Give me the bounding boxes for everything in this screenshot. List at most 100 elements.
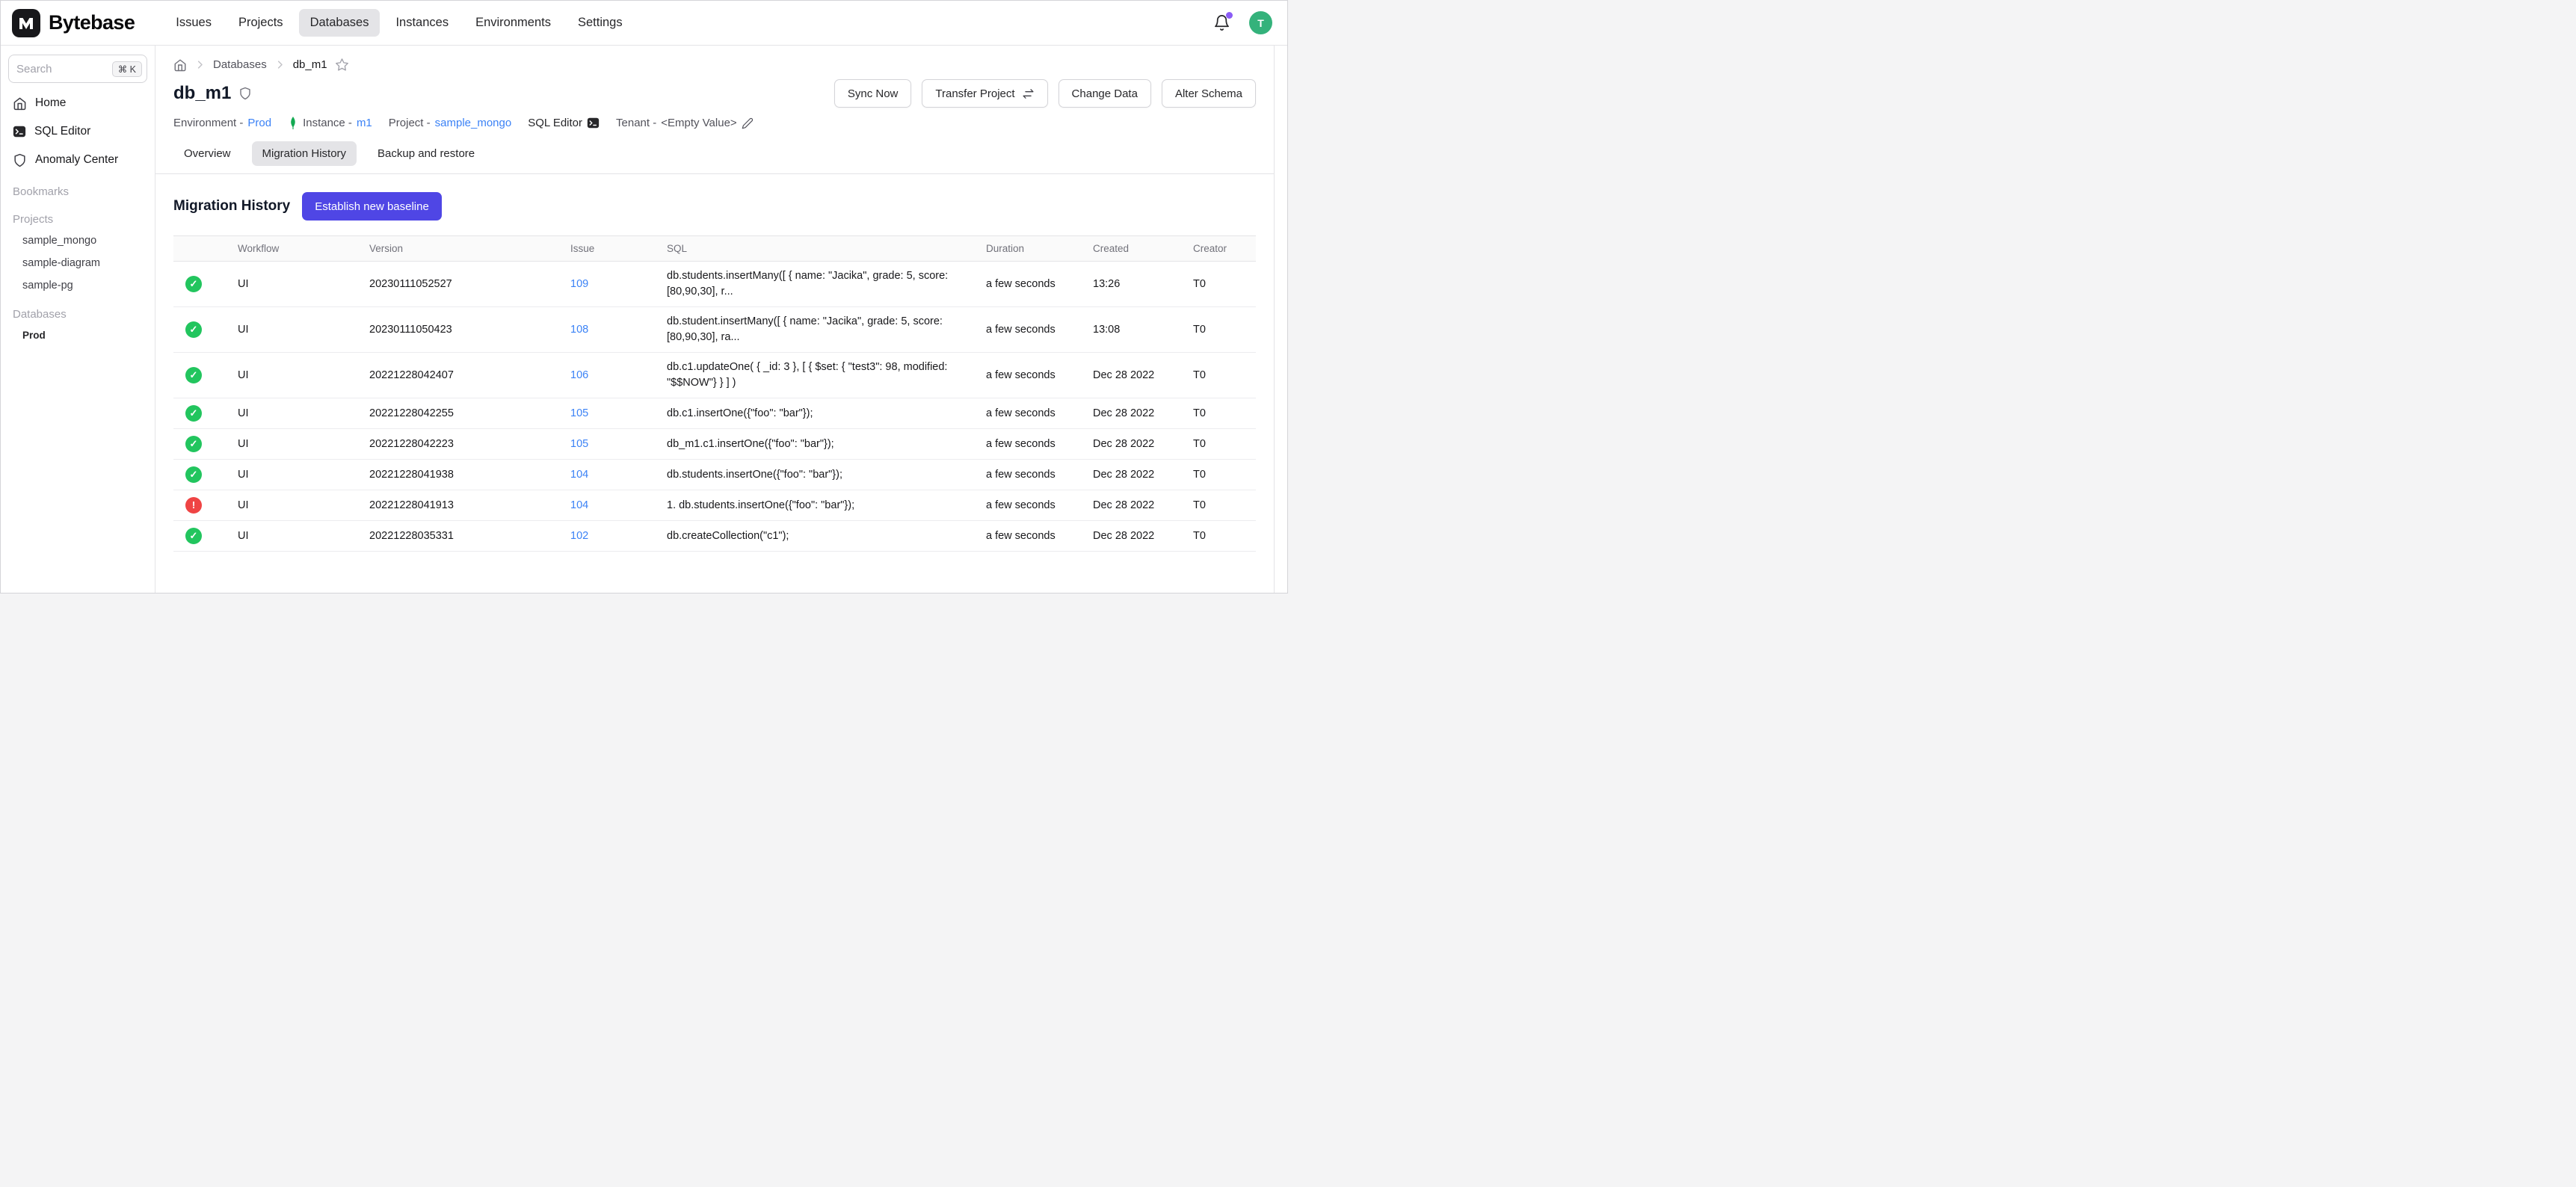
- cell-workflow: UI: [226, 307, 357, 353]
- sync-now-button[interactable]: Sync Now: [834, 79, 912, 108]
- project-link[interactable]: sample_mongo: [435, 117, 512, 129]
- cell-status: ✓: [173, 460, 226, 490]
- issue-link[interactable]: 106: [570, 369, 588, 381]
- cell-created: 13:08: [1081, 307, 1181, 353]
- migration-row[interactable]: ✓UI20221228042407106db.c1.updateOne( { _…: [173, 353, 1256, 398]
- search-box[interactable]: ⌘ K: [8, 55, 147, 83]
- avatar[interactable]: T: [1249, 11, 1272, 34]
- sidebar-item-sql-editor[interactable]: SQL Editor: [7, 117, 149, 146]
- status-success-icon: ✓: [185, 528, 202, 544]
- cell-creator: T0: [1181, 398, 1256, 429]
- cell-sql: 1. db.students.insertOne({"foo": "bar"})…: [655, 490, 974, 521]
- cell-status: ✓: [173, 429, 226, 460]
- nav-item-databases[interactable]: Databases: [299, 9, 380, 37]
- status-success-icon: ✓: [185, 367, 202, 383]
- breadcrumb-current: db_m1: [293, 58, 327, 71]
- migration-row[interactable]: !UI202212280419131041. db.students.inser…: [173, 490, 1256, 521]
- pencil-icon[interactable]: [742, 117, 754, 129]
- environment-link[interactable]: Prod: [247, 117, 271, 129]
- cell-created: Dec 28 2022: [1081, 429, 1181, 460]
- cell-version: 20221228042407: [357, 353, 558, 398]
- header-actions: Sync Now Transfer Project Change Data Al…: [834, 79, 1256, 108]
- cell-status: ✓: [173, 307, 226, 353]
- issue-link[interactable]: 109: [570, 278, 588, 290]
- cell-workflow: UI: [226, 398, 357, 429]
- brand[interactable]: Bytebase: [11, 8, 135, 38]
- cell-status: ✓: [173, 398, 226, 429]
- status-success-icon: ✓: [185, 276, 202, 292]
- cell-duration: a few seconds: [974, 521, 1081, 552]
- nav-item-issues[interactable]: Issues: [164, 9, 223, 37]
- instance-link[interactable]: m1: [357, 117, 372, 129]
- issue-link[interactable]: 104: [570, 499, 588, 511]
- breadcrumb-databases[interactable]: Databases: [213, 58, 267, 71]
- column-header-creator: Creator: [1181, 236, 1256, 262]
- cell-issue: 108: [558, 307, 655, 353]
- tab-overview[interactable]: Overview: [173, 141, 241, 166]
- cell-version: 20221228035331: [357, 521, 558, 552]
- notifications-button[interactable]: [1212, 13, 1231, 33]
- shield-icon: [13, 153, 27, 167]
- issue-link[interactable]: 102: [570, 530, 588, 542]
- migration-row[interactable]: ✓UI20230111052527109db.students.insertMa…: [173, 262, 1256, 307]
- transfer-project-button[interactable]: Transfer Project: [922, 79, 1047, 108]
- migration-row[interactable]: ✓UI20221228042255105db.c1.insertOne({"fo…: [173, 398, 1256, 429]
- cell-workflow: UI: [226, 262, 357, 307]
- establish-baseline-button[interactable]: Establish new baseline: [302, 192, 442, 221]
- cell-issue: 102: [558, 521, 655, 552]
- main-nav: IssuesProjectsDatabasesInstancesEnvironm…: [164, 9, 633, 37]
- sidebar-item-label: Anomaly Center: [35, 153, 118, 167]
- scrollbar[interactable]: [1274, 46, 1287, 593]
- cell-status: ✓: [173, 521, 226, 552]
- tab-backup-and-restore[interactable]: Backup and restore: [367, 141, 485, 166]
- instance-meta: Instance - m1: [288, 117, 372, 129]
- cell-duration: a few seconds: [974, 398, 1081, 429]
- migration-row[interactable]: ✓UI20230111050423108db.student.insertMan…: [173, 307, 1256, 353]
- migration-table: WorkflowVersionIssueSQLDurationCreatedCr…: [173, 235, 1256, 552]
- sidebar-item-home[interactable]: Home: [7, 89, 149, 117]
- column-header-issue: Issue: [558, 236, 655, 262]
- issue-link[interactable]: 104: [570, 469, 588, 481]
- environment-label: Environment -: [173, 117, 243, 129]
- cell-version: 20230111052527: [357, 262, 558, 307]
- migration-row[interactable]: ✓UI20221228035331102db.createCollection(…: [173, 521, 1256, 552]
- issue-link[interactable]: 105: [570, 407, 588, 419]
- notification-dot: [1226, 12, 1233, 19]
- cell-created: Dec 28 2022: [1081, 490, 1181, 521]
- project-meta: Project - sample_mongo: [389, 117, 511, 129]
- nav-item-instances[interactable]: Instances: [384, 9, 460, 37]
- cell-creator: T0: [1181, 521, 1256, 552]
- sidebar-project-sample-pg[interactable]: sample-pg: [7, 274, 149, 297]
- terminal-icon: [587, 117, 600, 129]
- cell-duration: a few seconds: [974, 307, 1081, 353]
- cell-created: Dec 28 2022: [1081, 353, 1181, 398]
- change-data-button[interactable]: Change Data: [1059, 79, 1151, 108]
- tab-migration-history[interactable]: Migration History: [252, 141, 357, 166]
- issue-link[interactable]: 105: [570, 438, 588, 450]
- bookmark-star-icon[interactable]: [335, 58, 349, 72]
- nav-item-environments[interactable]: Environments: [464, 9, 562, 37]
- environment-meta: Environment - Prod: [173, 117, 271, 129]
- page-title: db_m1: [173, 83, 252, 104]
- sidebar-section-databases: Databases: [7, 297, 149, 324]
- sidebar-project-sample-diagram[interactable]: sample-diagram: [7, 252, 149, 274]
- breadcrumb-home-icon[interactable]: [173, 58, 187, 72]
- alter-schema-button[interactable]: Alter Schema: [1162, 79, 1256, 108]
- migration-table-wrap: WorkflowVersionIssueSQLDurationCreatedCr…: [155, 221, 1274, 552]
- sidebar-project-sample-mongo[interactable]: sample_mongo: [7, 229, 149, 252]
- cell-creator: T0: [1181, 307, 1256, 353]
- project-label: Project -: [389, 117, 431, 129]
- sql-editor-meta[interactable]: SQL Editor: [528, 117, 600, 129]
- sidebar-database-group-prod[interactable]: Prod: [7, 324, 149, 346]
- sidebar-item-anomaly-center[interactable]: Anomaly Center: [7, 146, 149, 174]
- cell-created: Dec 28 2022: [1081, 460, 1181, 490]
- search-input[interactable]: [16, 63, 112, 75]
- issue-link[interactable]: 108: [570, 324, 588, 336]
- migration-row[interactable]: ✓UI20221228042223105db_m1.c1.insertOne({…: [173, 429, 1256, 460]
- cell-status: !: [173, 490, 226, 521]
- nav-item-settings[interactable]: Settings: [567, 9, 634, 37]
- mongodb-leaf-icon: [288, 117, 298, 129]
- cell-creator: T0: [1181, 460, 1256, 490]
- nav-item-projects[interactable]: Projects: [227, 9, 295, 37]
- migration-row[interactable]: ✓UI20221228041938104db.students.insertOn…: [173, 460, 1256, 490]
